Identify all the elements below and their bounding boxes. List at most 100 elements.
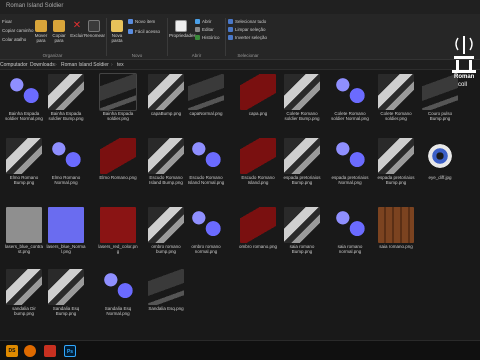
history-icon	[195, 35, 200, 41]
file-thumbnail	[99, 73, 137, 111]
history-button[interactable]: Histórico	[195, 34, 220, 41]
file-item[interactable]: Escudo Romano Island.png	[238, 138, 278, 186]
taskbar-app-photoshop[interactable]: Ps	[64, 345, 76, 357]
open-group: Propriedades Abrir Editar Histórico Abri…	[169, 16, 224, 58]
file-name: espada pretoriaios Normal.png	[331, 175, 369, 186]
file-item[interactable]: saia romano normal.png	[330, 207, 370, 255]
file-thumbnail	[100, 269, 136, 305]
paste-shortcut-button[interactable]: Colar atalho	[2, 36, 26, 43]
file-item[interactable]: ombro romano normal.png	[186, 207, 226, 255]
file-item[interactable]: saia romano.png	[376, 207, 416, 249]
file-thumbnail	[240, 138, 276, 174]
file-item[interactable]: lasers_blue_contrast.png	[4, 207, 44, 255]
file-name: saia romano normal.png	[337, 244, 363, 255]
taskbar-app-daz[interactable]: DS	[6, 345, 18, 357]
file-item[interactable]: ombro romano.png	[238, 207, 278, 249]
breadcrumb-tex[interactable]: tex	[117, 62, 124, 68]
file-item[interactable]: capaNormal.png	[186, 74, 226, 116]
file-name: Escudo Romano Island Bump.png	[149, 175, 183, 186]
file-item[interactable]: capaBump.png	[146, 74, 186, 116]
file-item[interactable]: Sandalia Esq Bump.png	[46, 269, 86, 317]
file-item[interactable]: Elmo Romano.png	[98, 138, 138, 180]
open-icon	[195, 19, 200, 25]
file-item[interactable]: Colete Romano soldier Normal.png	[330, 74, 370, 122]
new-folder-icon	[111, 20, 123, 32]
edit-icon	[195, 27, 200, 33]
file-name: Couro pulso Bump.png	[427, 111, 453, 122]
ribbon: Fixar Copiar caminho Colar atalho Mover …	[0, 14, 480, 60]
file-item[interactable]: lasers_red_color.png	[98, 207, 138, 255]
file-name: Sandalia Esq Bump.png	[52, 306, 80, 317]
pin-button[interactable]: Fixar	[2, 18, 12, 25]
file-name: Colete Romano soldier.png	[380, 111, 412, 122]
file-item[interactable]: Escudo Romano Island Normal.png	[186, 138, 226, 186]
file-name: Bainha Espada soldier Bump.png	[48, 111, 84, 122]
move-to-button[interactable]: Mover para	[32, 20, 50, 43]
file-thumbnail	[240, 207, 276, 243]
file-item[interactable]: eye_diff.jpg	[420, 138, 460, 180]
select-none-button[interactable]: Limpar seleção	[228, 26, 266, 33]
file-item[interactable]: sandalia Dir bump.png	[4, 269, 44, 317]
new-item-button[interactable]: Novo item	[128, 18, 155, 25]
file-item[interactable]: Bainha Espada soldier.png	[98, 73, 138, 122]
file-name: sandalia Dir bump.png	[12, 306, 36, 317]
open-group-label: Abrir	[191, 53, 202, 58]
file-item[interactable]: espada pretoriaios Normal.png	[330, 138, 370, 186]
file-item[interactable]: Elmo Romano Bump.png	[4, 138, 44, 186]
file-item[interactable]: Colete Romano soldier.png	[376, 74, 416, 122]
file-name: capaNormal.png	[189, 111, 223, 116]
file-item[interactable]: Sandalia Esq.png	[146, 269, 186, 311]
file-name: Elmo Romano.png	[99, 175, 137, 180]
ribbon-divider	[225, 18, 226, 56]
edit-button[interactable]: Editar	[195, 26, 214, 33]
title-bar: Roman Island Soldier	[0, 0, 480, 14]
file-item[interactable]: espada pretoriaios Bump.png	[282, 138, 322, 186]
file-thumbnail	[284, 138, 320, 174]
invert-selection-button[interactable]: Inverter seleção	[228, 34, 267, 41]
ribbon-divider	[167, 18, 168, 56]
file-name: capaBump.png	[150, 111, 182, 116]
select-all-button[interactable]: Selecionar tudo	[228, 18, 266, 25]
taskbar: DS Ps	[0, 340, 480, 360]
file-thumbnail	[332, 207, 368, 243]
breadcrumb-downloads[interactable]: Downloads	[30, 62, 55, 68]
copy-path-button[interactable]: Copiar caminho	[2, 27, 34, 34]
file-name: saia romano.png	[379, 244, 413, 249]
file-item[interactable]: ombro romano bump.png	[146, 207, 186, 255]
file-item[interactable]: lasers_blue_Normal.png	[46, 207, 86, 255]
file-item[interactable]: Bainha Espada soldier Normal.png	[4, 74, 44, 122]
copy-to-button[interactable]: Copiar para	[50, 20, 68, 43]
taskbar-app-red[interactable]	[44, 345, 56, 357]
file-name: Sandalia Esq.png	[148, 306, 184, 311]
file-thumbnail	[100, 138, 136, 174]
file-thumbnail	[100, 207, 136, 243]
open-button[interactable]: Abrir	[195, 18, 212, 25]
file-item[interactable]: Bainha Espada soldier Bump.png	[46, 74, 86, 122]
file-name: Sandalia Esq Normal.png	[104, 306, 132, 317]
easy-access-button[interactable]: Fácil acesso	[128, 28, 160, 35]
file-grid: Bainha Espada soldier Normal.png Bainha E…	[0, 71, 480, 339]
file-thumbnail	[378, 207, 414, 243]
properties-icon	[175, 20, 187, 32]
folder-move-icon	[35, 20, 47, 32]
file-name: Elmo Romano Bump.png	[9, 175, 39, 186]
invert-selection-icon	[228, 35, 233, 41]
file-item[interactable]: Escudo Romano Island Bump.png	[146, 138, 186, 186]
logo-line2: coll	[458, 82, 468, 88]
new-group-label: Novo	[131, 53, 143, 58]
new-folder-button[interactable]: Nova pasta	[108, 20, 126, 43]
file-item[interactable]: Sandalia Esq Normal.png	[98, 269, 138, 317]
rename-button[interactable]: Renomear	[84, 20, 105, 38]
file-item[interactable]: capa.png	[238, 74, 278, 116]
file-item[interactable]: Colete Romano soldier Bump.png	[282, 74, 322, 122]
file-item[interactable]: saia romano Bump.png	[282, 207, 322, 255]
file-item[interactable]: espada pretoriaios Bump.png	[376, 138, 416, 186]
file-thumbnail	[284, 207, 320, 243]
new-group: Nova pasta Novo item Fácil acesso Novo	[108, 16, 166, 58]
breadcrumb-project[interactable]: Roman Island Soldier	[61, 62, 109, 68]
file-thumbnail	[6, 207, 42, 243]
logo-line1: Roman	[454, 74, 475, 80]
taskbar-app-blender[interactable]	[24, 345, 36, 357]
file-item[interactable]: Elmo Romano Normal.png	[46, 138, 86, 186]
properties-button[interactable]: Propriedades	[169, 20, 196, 38]
